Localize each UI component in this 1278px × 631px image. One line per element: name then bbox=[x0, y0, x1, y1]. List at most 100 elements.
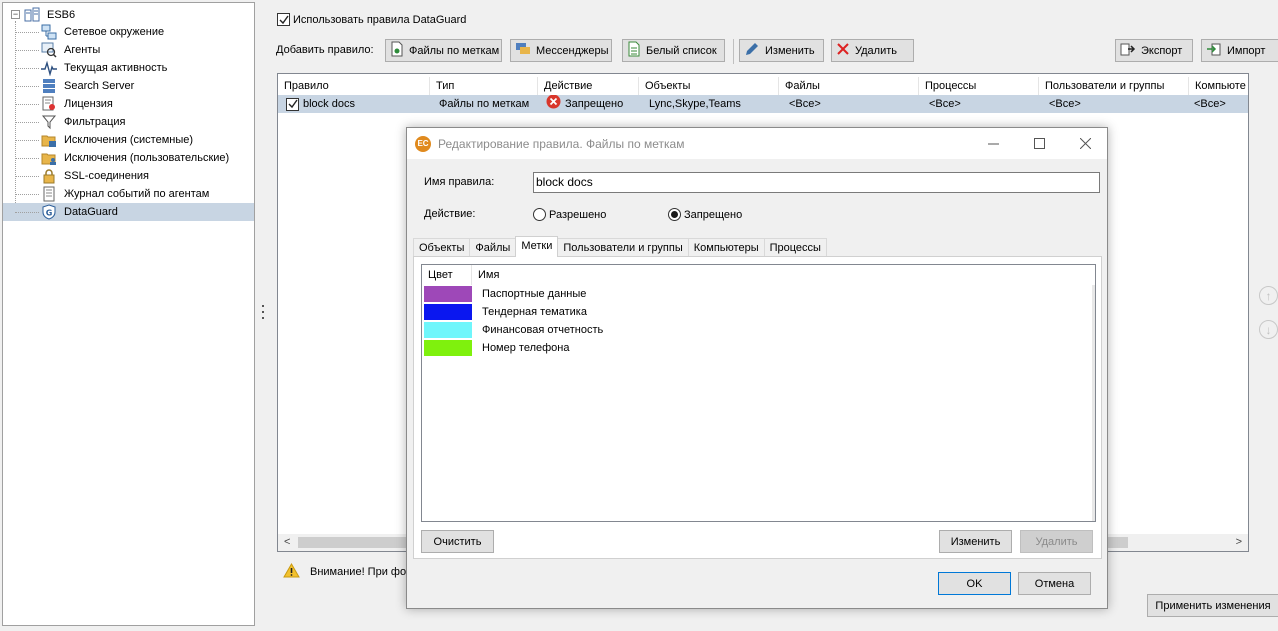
tab-objects[interactable]: Объекты bbox=[413, 238, 471, 257]
col-type[interactable]: Тип bbox=[430, 77, 538, 95]
button-label: Изменить bbox=[765, 44, 815, 57]
list-item[interactable]: Паспортные данные bbox=[422, 285, 1095, 303]
tree-item-label: Журнал событий по агентам bbox=[64, 188, 210, 200]
list-item[interactable]: Номер телефона bbox=[422, 339, 1095, 357]
list-item[interactable]: Финансовая отчетность bbox=[422, 321, 1095, 339]
tab-processes[interactable]: Процессы bbox=[763, 238, 827, 257]
tree-item-exceptions-system[interactable]: Исключения (системные) bbox=[15, 131, 193, 149]
tree-item-label: Сетевое окружение bbox=[64, 26, 165, 38]
tree-item-label: Агенты bbox=[64, 44, 101, 56]
edit-rule-dialog: EC Редактирование правила. Файлы по метк… bbox=[406, 127, 1108, 609]
cancel-button[interactable]: Отмена bbox=[1018, 572, 1091, 595]
col-computers[interactable]: Компьюте bbox=[1189, 77, 1248, 95]
add-files-by-tags-button[interactable]: Файлы по меткам bbox=[385, 39, 502, 62]
tag-name: Тендерная тематика bbox=[482, 306, 587, 318]
tree-item-journal[interactable]: Журнал событий по агентам bbox=[15, 185, 210, 203]
tags-list: Цвет Имя Паспортные данные Тендерная тем… bbox=[421, 264, 1096, 522]
scroll-right-icon[interactable]: > bbox=[1236, 536, 1242, 548]
table-row[interactable]: block docs Файлы по меткам Запрещено Lyn… bbox=[278, 95, 1248, 113]
warning-message: Внимание! При фор bbox=[283, 562, 412, 581]
checkbox-checked-icon[interactable] bbox=[277, 13, 290, 26]
tree-item-exceptions-user[interactable]: Исключения (пользовательские) bbox=[15, 149, 229, 167]
apply-changes-button[interactable]: Применить изменения bbox=[1147, 594, 1278, 617]
import-icon bbox=[1206, 41, 1222, 60]
move-up-icon[interactable]: ↑ bbox=[1259, 286, 1278, 305]
tree-item-label: Search Server bbox=[64, 80, 135, 92]
close-icon[interactable] bbox=[1062, 128, 1108, 159]
add-whitelist-button[interactable]: Белый список bbox=[622, 39, 725, 62]
svg-text:G: G bbox=[46, 209, 53, 218]
network-icon bbox=[41, 24, 57, 40]
tree-item-dataguard[interactable]: G DataGuard bbox=[3, 203, 254, 221]
server-group-icon bbox=[24, 7, 40, 23]
tree-item-network[interactable]: Сетевое окружение bbox=[15, 23, 165, 41]
tree-item-agents[interactable]: Агенты bbox=[15, 41, 101, 59]
app-logo-icon: EC bbox=[415, 135, 431, 152]
delete-tag-button[interactable]: Удалить bbox=[1020, 530, 1093, 553]
tree-item-label: SSL-соединения bbox=[64, 170, 150, 182]
tab-users-groups[interactable]: Пользователи и группы bbox=[557, 238, 689, 257]
pencil-icon bbox=[744, 41, 760, 60]
tree-root[interactable]: − ESB6 bbox=[11, 6, 75, 23]
cell-objects: Lync,Skype,Teams bbox=[649, 98, 741, 110]
col-users-groups[interactable]: Пользователи и группы bbox=[1039, 77, 1189, 95]
use-rules-checkbox[interactable]: Использовать правила DataGuard bbox=[277, 13, 466, 26]
minimize-icon[interactable] bbox=[970, 128, 1016, 159]
edit-tag-button[interactable]: Изменить bbox=[939, 530, 1012, 553]
edit-rule-button[interactable]: Изменить bbox=[739, 39, 824, 62]
ok-button[interactable]: OK bbox=[938, 572, 1011, 595]
col-color[interactable]: Цвет bbox=[422, 265, 472, 285]
cell-files: <Все> bbox=[789, 98, 821, 110]
document-list-icon bbox=[627, 41, 641, 60]
rule-enabled-checkbox[interactable] bbox=[286, 97, 299, 111]
maximize-icon[interactable] bbox=[1016, 128, 1062, 159]
rules-table-header: Правило Тип Действие Объекты Файлы Проце… bbox=[278, 77, 1248, 95]
tree-item-label: Лицензия bbox=[64, 98, 113, 110]
tree-item-filtering[interactable]: Фильтрация bbox=[15, 113, 126, 131]
activity-icon bbox=[41, 60, 57, 76]
radio-unselected-icon[interactable] bbox=[533, 208, 546, 221]
tree-item-search-server[interactable]: Search Server bbox=[15, 77, 135, 95]
col-objects[interactable]: Объекты bbox=[639, 77, 779, 95]
export-button[interactable]: Экспорт bbox=[1115, 39, 1193, 62]
folder-user-icon bbox=[41, 150, 57, 166]
dataguard-icon: G bbox=[41, 204, 57, 220]
toolbar-separator bbox=[733, 39, 734, 64]
action-label: Действие: bbox=[424, 208, 476, 220]
add-messengers-button[interactable]: Мессенджеры bbox=[510, 39, 612, 62]
vertical-scrollbar[interactable] bbox=[1092, 285, 1095, 521]
export-icon bbox=[1120, 41, 1136, 60]
collapse-icon[interactable]: − bbox=[11, 10, 20, 19]
col-processes[interactable]: Процессы bbox=[919, 77, 1039, 95]
tab-files[interactable]: Файлы bbox=[469, 238, 517, 257]
tree-item-label: Фильтрация bbox=[64, 116, 126, 128]
col-name[interactable]: Имя bbox=[472, 265, 499, 285]
button-label: Белый список bbox=[646, 44, 717, 57]
tree-item-ssl[interactable]: SSL-соединения bbox=[15, 167, 150, 185]
cell-computers: <Все> bbox=[1194, 98, 1226, 110]
col-action[interactable]: Действие bbox=[538, 77, 639, 95]
tree-item-label: DataGuard bbox=[64, 206, 118, 218]
splitter-handle[interactable] bbox=[262, 305, 265, 319]
action-allowed-radio[interactable]: Разрешено bbox=[533, 208, 606, 221]
col-rule[interactable]: Правило bbox=[278, 77, 430, 95]
col-files[interactable]: Файлы bbox=[779, 77, 919, 95]
tag-name: Финансовая отчетность bbox=[482, 324, 604, 336]
list-item[interactable]: Тендерная тематика bbox=[422, 303, 1095, 321]
tab-tags[interactable]: Метки bbox=[515, 236, 559, 257]
tab-computers[interactable]: Компьютеры bbox=[687, 238, 765, 257]
license-icon bbox=[41, 96, 57, 112]
import-button[interactable]: Импорт bbox=[1201, 39, 1278, 62]
denied-icon bbox=[546, 95, 561, 113]
tree-item-license[interactable]: Лицензия bbox=[15, 95, 113, 113]
scroll-left-icon[interactable]: < bbox=[284, 536, 290, 548]
clear-button[interactable]: Очистить bbox=[421, 530, 494, 553]
delete-rule-button[interactable]: Удалить bbox=[831, 39, 914, 62]
radio-selected-icon[interactable] bbox=[668, 208, 681, 221]
rule-name-input[interactable]: block docs bbox=[533, 172, 1100, 193]
move-down-icon[interactable]: ↓ bbox=[1259, 320, 1278, 339]
dialog-title: Редактирование правила. Файлы по меткам bbox=[438, 136, 685, 151]
action-denied-radio[interactable]: Запрещено bbox=[668, 208, 742, 221]
dialog-titlebar[interactable]: EC Редактирование правила. Файлы по метк… bbox=[407, 128, 1107, 159]
tree-item-activity[interactable]: Текущая активность bbox=[15, 59, 167, 77]
